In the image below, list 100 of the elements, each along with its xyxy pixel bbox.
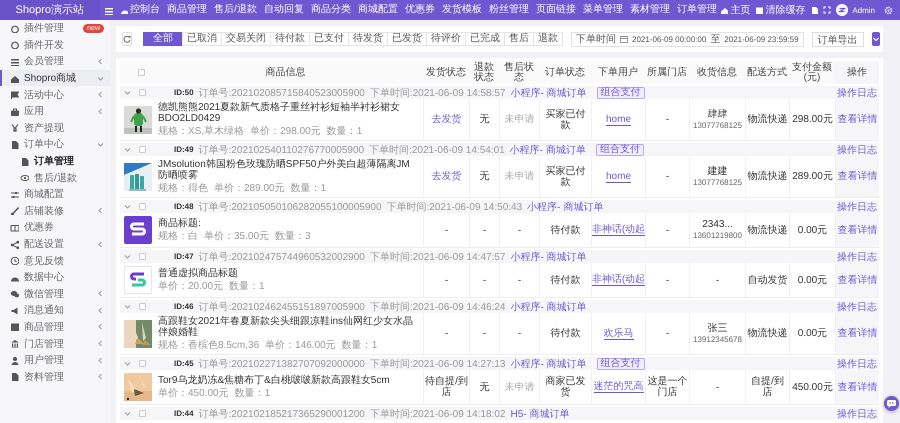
sidebar-item[interactable]: 应用 — [0, 102, 110, 120]
checkbox[interactable] — [139, 410, 146, 417]
sidebar-item[interactable]: 微信管理 — [0, 286, 110, 302]
refresh-button[interactable] — [122, 32, 132, 46]
filter-tab[interactable]: 待付款 — [270, 32, 310, 46]
nav-link[interactable]: 优惠券 — [401, 0, 438, 20]
brush-icon — [10, 206, 19, 216]
sidebar-item[interactable]: 门店管理 — [0, 335, 110, 352]
quantity: 数量：3 — [275, 231, 311, 242]
sidebar-item[interactable]: 商城配置 — [0, 186, 110, 203]
sidebar-item[interactable]: 售后/退款 — [0, 169, 110, 186]
export-button[interactable]: 订单导出 — [812, 32, 864, 46]
filter-tab[interactable]: 售后 — [504, 32, 534, 46]
sidebar-item[interactable]: 配送设置 — [0, 236, 110, 252]
home-icon — [10, 74, 19, 83]
nav-link[interactable]: 订单管理 — [673, 0, 720, 20]
filter-tab[interactable]: 待发货 — [348, 32, 388, 46]
payment-amount: 0.00元 — [798, 328, 828, 339]
refund-status: - — [482, 274, 486, 286]
order-source: 小程序- 商城订单 — [510, 358, 587, 370]
filter-tab[interactable]: 退款 — [533, 32, 563, 46]
checkbox[interactable] — [138, 69, 144, 76]
nav-link[interactable]: 商品管理 — [164, 0, 211, 20]
sidebar-item[interactable]: 订单管理 — [0, 152, 110, 170]
filter-tab[interactable]: 已发货 — [387, 32, 427, 46]
order-id: ID:44 — [174, 409, 194, 418]
sidebar-item[interactable]: 优惠券 — [0, 219, 110, 236]
sidebar-item[interactable]: 会员管理 — [0, 53, 110, 70]
user-link[interactable]: 非神话(动起 — [592, 274, 646, 286]
filter-tab[interactable]: 全部 — [143, 32, 183, 46]
payment-amount: 0.00元 — [798, 224, 828, 236]
home-icon — [720, 6, 728, 14]
user-menu[interactable]: Admin — [836, 4, 875, 16]
ship-link[interactable]: 去发货 — [432, 114, 462, 125]
nav-link[interactable]: 粉丝管理 — [485, 0, 532, 20]
sidebar-item[interactable]: 店铺装修 — [0, 202, 110, 220]
log-link[interactable]: 操作日志 — [837, 142, 877, 156]
log-link[interactable]: 操作日志 — [837, 86, 877, 100]
user-link[interactable]: 欢乐马 — [604, 328, 634, 340]
nav-link[interactable]: 素材管理 — [626, 0, 674, 20]
quantity: 数量：1 — [342, 340, 378, 351]
aftersale-status: - — [518, 328, 522, 339]
filter-tab[interactable]: 待评价 — [426, 32, 466, 46]
filter-tab[interactable]: 交易关闭 — [221, 32, 271, 46]
date-range-field[interactable]: 下单时间 2021-06-09 00:00:00 至 2021-06-09 23:59:59 — [571, 32, 804, 46]
user-link[interactable]: 迷茫的咒高 — [594, 381, 644, 393]
menu-icon — [104, 6, 113, 14]
sidebar-item[interactable]: 用户管理 — [0, 352, 110, 368]
checkbox[interactable] — [139, 146, 146, 153]
nav-link[interactable]: 售后/退款 — [210, 0, 260, 20]
toolbar-button[interactable] — [810, 6, 818, 14]
sidebar-item[interactable]: Shopro商城 — [0, 70, 110, 86]
sidebar-item[interactable]: 订单中心 — [0, 136, 110, 153]
nav-link[interactable]: 控制台 — [116, 0, 164, 20]
sidebar-item[interactable]: 消息通知 — [0, 302, 110, 319]
product-spec: 规格：香槟色8.5cm,36 — [158, 340, 260, 351]
aftersale-status: - — [518, 224, 522, 236]
toolbar-link[interactable]: 主页 — [720, 3, 750, 17]
chat-button[interactable] — [884, 396, 899, 411]
filter-tab[interactable]: 已支付 — [309, 32, 349, 46]
log-link[interactable]: 操作日志 — [837, 356, 877, 370]
nav-link[interactable]: 商品分类 — [307, 0, 354, 20]
log-link[interactable]: 操作日志 — [837, 406, 877, 420]
nav-link[interactable]: 自动回复 — [260, 0, 308, 20]
column-header: 商品信息 — [266, 68, 306, 78]
sidebar-item[interactable]: 活动中心 — [0, 86, 110, 103]
aftersale-status: 未申请 — [504, 382, 534, 392]
dropdown-button[interactable] — [872, 32, 880, 46]
nav-link[interactable]: 页面链接 — [532, 0, 580, 20]
user-icon — [10, 356, 19, 365]
nav-link[interactable]: 菜单管理 — [579, 0, 626, 20]
sidebar-item[interactable]: 资料管理 — [0, 368, 110, 386]
sidebar-item[interactable]: 资产提现 — [0, 120, 110, 136]
checkbox[interactable] — [139, 360, 146, 367]
payment-amount: 298.00元 — [792, 114, 833, 125]
sidebar-item[interactable]: 商品管理 — [0, 318, 110, 336]
chevron-down-icon — [124, 410, 131, 417]
checkbox[interactable] — [139, 89, 146, 96]
checkbox[interactable] — [139, 253, 146, 260]
sidebar-item[interactable]: 意见反馈 — [0, 252, 110, 269]
nav-link[interactable]: 发货模板 — [438, 0, 486, 20]
sidebar-item[interactable]: 数据中心 — [0, 268, 110, 286]
toolbar-link[interactable]: 清除缓存 — [755, 3, 806, 17]
filter-tab[interactable]: 已取消 — [182, 32, 222, 46]
ship-link[interactable]: 去发货 — [432, 171, 462, 182]
checkbox[interactable] — [139, 303, 146, 310]
chat-icon — [10, 289, 19, 298]
document-icon — [810, 6, 818, 14]
filter-tab[interactable]: 已完成 — [465, 32, 505, 46]
log-link[interactable]: 操作日志 — [837, 300, 877, 314]
user-link[interactable]: home — [606, 114, 631, 126]
user-link[interactable]: home — [606, 170, 631, 182]
nav-link[interactable]: 商城配置 — [354, 0, 402, 20]
checkbox[interactable] — [139, 203, 146, 210]
user-link[interactable]: 非神话(动起 — [592, 224, 646, 236]
log-link[interactable]: 操作日志 — [837, 200, 877, 214]
aftersale-status: 未申请 — [504, 171, 534, 182]
sidebar-item[interactable]: 插件开发 — [0, 36, 110, 54]
log-link[interactable]: 操作日志 — [837, 250, 877, 264]
toolbar-button[interactable] — [823, 6, 832, 14]
